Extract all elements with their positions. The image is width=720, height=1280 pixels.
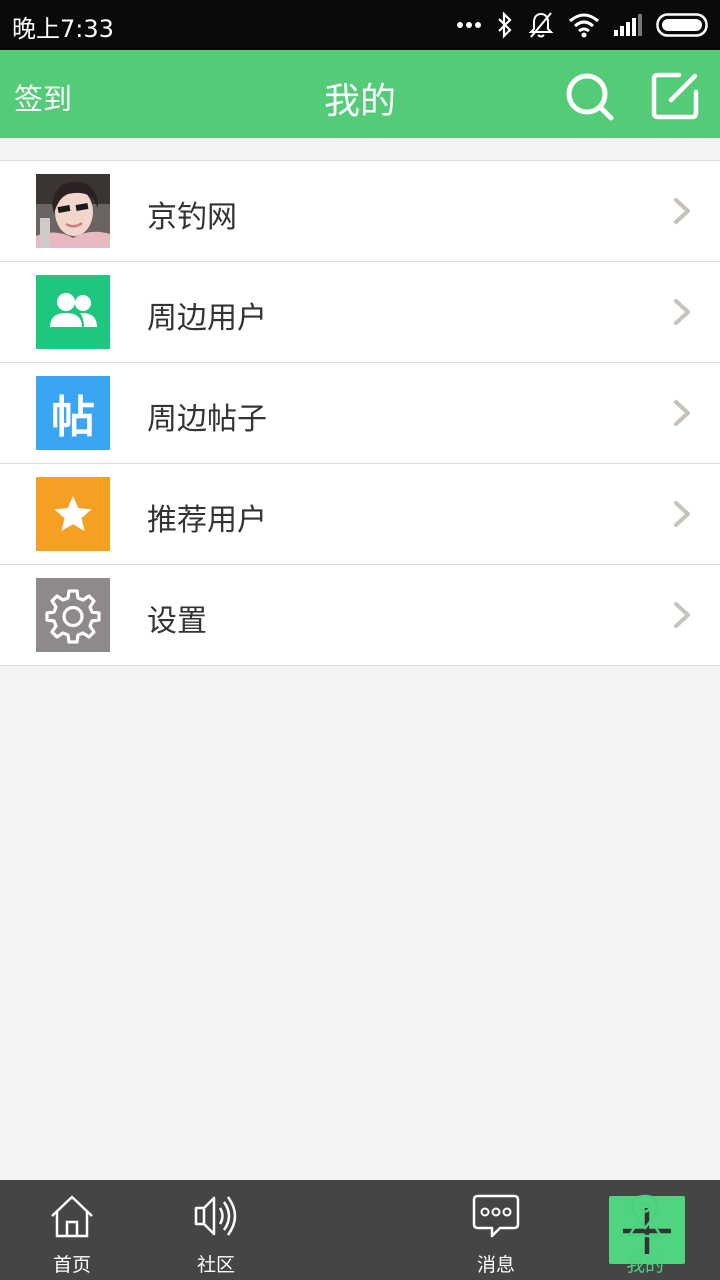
search-button[interactable] <box>563 70 615 122</box>
tab-add[interactable] <box>288 1180 685 1280</box>
tab-community[interactable]: 社区 <box>144 1180 288 1280</box>
avatar <box>36 174 110 248</box>
tab-label: 我的 <box>625 1254 664 1276</box>
menu-item-label: 设置 <box>147 604 207 639</box>
status-icons <box>456 10 708 40</box>
tab-messages[interactable]: 消息 <box>424 1180 568 1280</box>
checkin-button[interactable]: 签到 <box>14 76 72 118</box>
chevron-right-icon <box>674 299 690 325</box>
search-icon <box>566 73 614 121</box>
status-bar: 晚上7:33 <box>0 0 720 50</box>
menu-list: 京钓网 周边用户 帖 周边帖子 推荐用户 设置 <box>0 160 720 666</box>
chevron-right-icon <box>674 602 690 628</box>
menu-item-nearby-users[interactable]: 周边用户 <box>0 262 720 363</box>
edit-icon <box>651 72 699 120</box>
tab-mine[interactable]: 我的 <box>573 1180 717 1280</box>
menu-item-recommended-users[interactable]: 推荐用户 <box>0 464 720 565</box>
menu-item-label: 推荐用户 <box>147 503 267 538</box>
location-pin-icon <box>627 1194 663 1238</box>
menu-item-nearby-posts[interactable]: 帖 周边帖子 <box>0 363 720 464</box>
tab-home[interactable]: 首页 <box>0 1180 144 1280</box>
speaker-icon <box>194 1196 237 1236</box>
wifi-icon <box>569 13 599 38</box>
menu-item-label: 京钓网 <box>147 200 237 235</box>
home-icon <box>51 1195 93 1238</box>
status-time: 晚上7:33 <box>12 15 114 43</box>
bottom-tab-bar: 首页 社区 消息 我的 <box>0 1180 720 1280</box>
users-icon <box>36 275 110 349</box>
menu-item-label: 周边用户 <box>147 301 267 336</box>
post-icon: 帖 <box>36 376 110 450</box>
chevron-right-icon <box>674 501 690 527</box>
tab-label: 首页 <box>52 1254 91 1276</box>
signal-icon <box>614 14 642 36</box>
chevron-right-icon <box>674 198 690 224</box>
more-dots-icon <box>457 22 481 28</box>
menu-item-settings[interactable]: 设置 <box>0 565 720 666</box>
menu-item-label: 周边帖子 <box>147 402 267 437</box>
chevron-right-icon <box>674 400 690 426</box>
chat-icon <box>472 1194 520 1238</box>
compose-button[interactable] <box>649 70 701 122</box>
bluetooth-icon <box>498 11 512 39</box>
gear-icon <box>36 578 110 652</box>
app-header: 签到 我的 <box>0 50 720 138</box>
post-char-glyph: 帖 <box>51 392 95 443</box>
mute-bell-icon <box>528 12 554 38</box>
tab-label: 消息 <box>476 1254 515 1276</box>
tab-label: 社区 <box>196 1254 235 1276</box>
star-icon <box>36 477 110 551</box>
battery-icon <box>656 13 708 37</box>
menu-item-profile[interactable]: 京钓网 <box>0 161 720 262</box>
